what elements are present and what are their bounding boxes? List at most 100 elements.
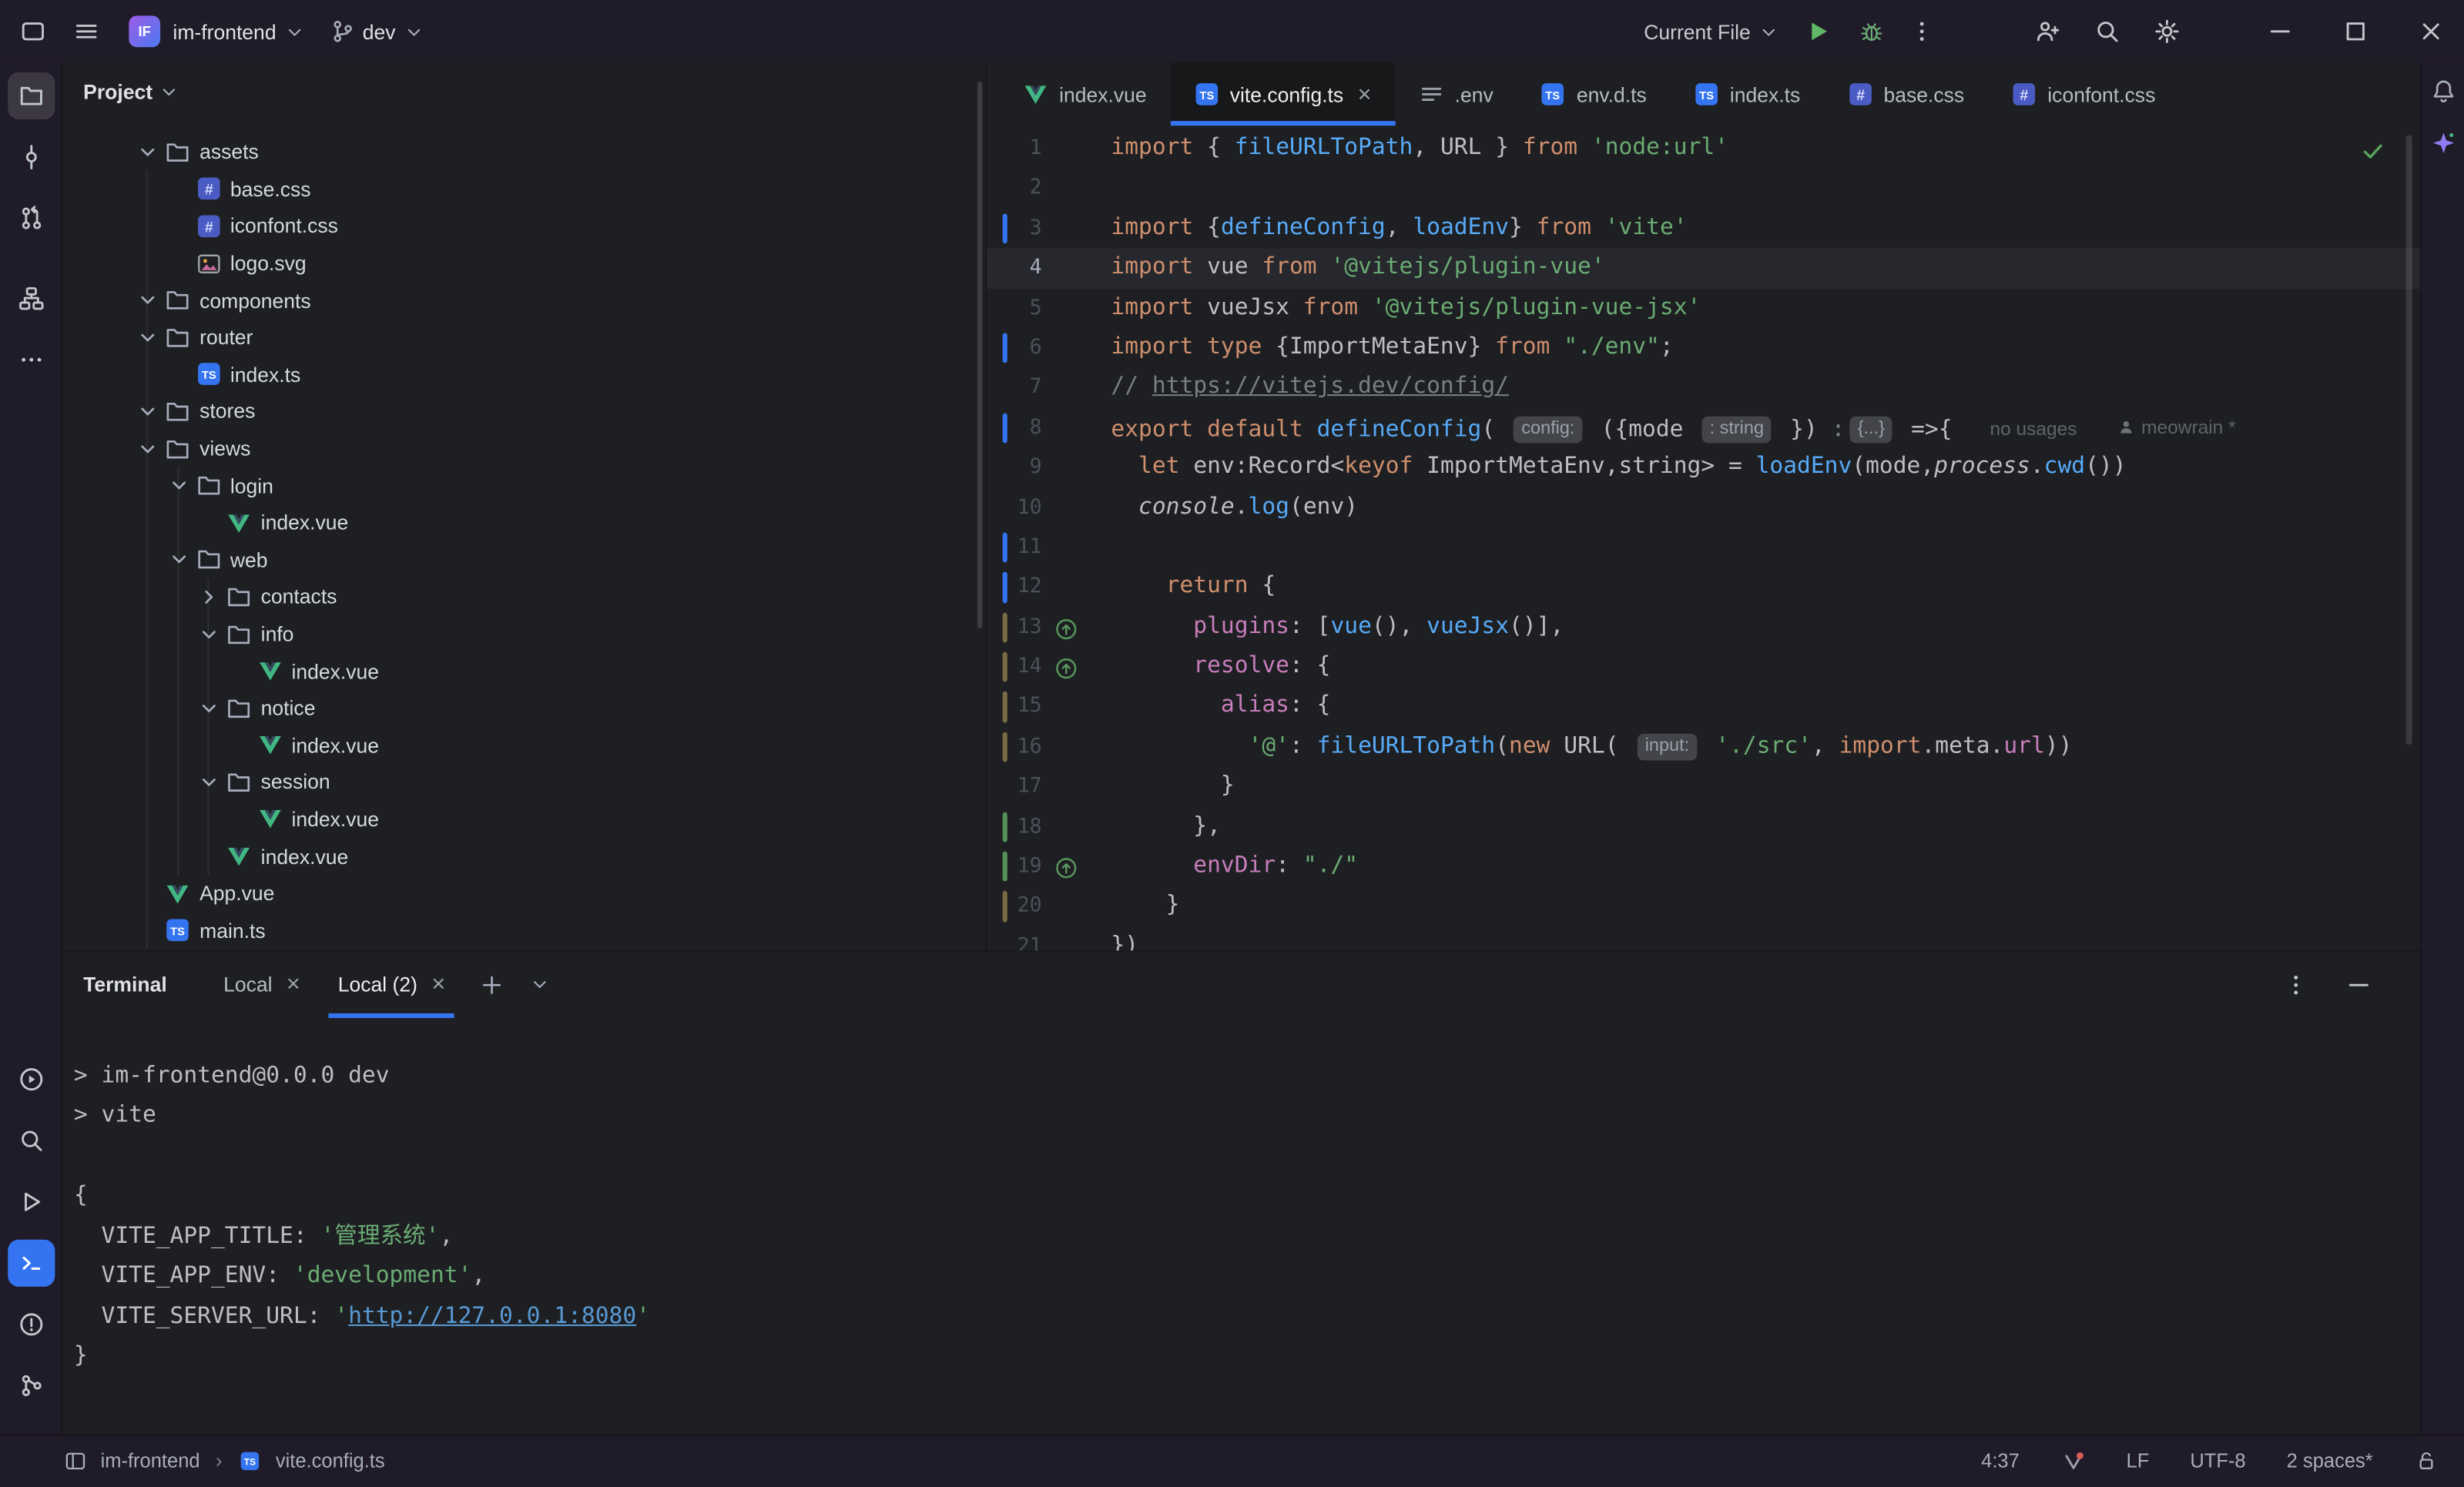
chevron-open-icon[interactable] [196, 621, 223, 647]
tree-item-info[interactable]: info [63, 615, 986, 652]
app-window-icon[interactable] [15, 14, 50, 49]
more-tools-button[interactable] [7, 337, 54, 383]
tree-item-contacts[interactable]: contacts [63, 578, 986, 615]
find-tool-button[interactable] [7, 1117, 54, 1164]
terminal-tab-Local (2)[interactable]: Local (2)× [319, 951, 464, 1017]
statusbar-line-ending[interactable]: LF [2127, 1450, 2150, 1472]
code-editor[interactable]: 1import { fileURLToPath, URL } from 'nod… [987, 126, 2420, 949]
tree-item-login[interactable]: login [63, 467, 986, 504]
terminal-output[interactable]: > im-frontend@0.0.0 dev> vite{ VITE_APP_… [63, 1017, 2420, 1434]
terminal-tab-Local[interactable]: Local× [205, 951, 320, 1017]
tree-item-assets[interactable]: assets [63, 133, 986, 170]
search-everywhere-icon[interactable] [2090, 14, 2124, 49]
code-line-18[interactable]: 18 }, [987, 807, 2420, 847]
inspections-ok-icon[interactable] [2360, 139, 2385, 172]
code-line-1[interactable]: 1import { fileURLToPath, URL } from 'nod… [987, 129, 2420, 169]
terminal-tab-dropdown-icon[interactable] [521, 966, 558, 1003]
more-options-icon[interactable] [1905, 14, 1939, 49]
chevron-open-icon[interactable] [135, 325, 162, 350]
chevron-open-icon[interactable] [196, 695, 223, 721]
tree-item-web[interactable]: web [63, 541, 986, 578]
statusbar-cursor-position[interactable]: 4:37 [1981, 1450, 2020, 1472]
tree-item-components[interactable]: components [63, 282, 986, 319]
editor-tab-.env[interactable]: .env [1395, 63, 1517, 126]
chevron-open-icon[interactable] [135, 288, 162, 313]
window-maximize-button[interactable] [2338, 14, 2373, 49]
tree-item-index.ts[interactable]: TSindex.ts [63, 356, 986, 393]
close-tab-icon[interactable]: × [431, 973, 445, 996]
code-line-15[interactable]: 15 alias: { [987, 688, 2420, 728]
code-line-3[interactable]: 3import {defineConfig, loadEnv} from 'vi… [987, 209, 2420, 249]
tree-item-index.vue[interactable]: index.vue [63, 652, 986, 689]
statusbar-indent[interactable]: 2 spaces* [2287, 1450, 2373, 1472]
tree-item-router[interactable]: router [63, 319, 986, 356]
terminal-options-icon[interactable] [2278, 967, 2313, 1002]
tree-item-index.vue[interactable]: index.vue [63, 504, 986, 541]
pull-requests-tool-button[interactable] [7, 195, 54, 242]
editor-tab-iconfont.css[interactable]: #iconfont.css [1988, 63, 2179, 126]
terminal-hide-icon[interactable] [2342, 967, 2376, 1002]
run-button[interactable] [1801, 14, 1835, 49]
chevron-open-icon[interactable] [196, 769, 223, 795]
tree-item-main.ts[interactable]: TSmain.ts [63, 912, 986, 949]
new-terminal-tab-button[interactable] [474, 966, 511, 1003]
settings-gear-icon[interactable] [2150, 14, 2184, 49]
code-line-21[interactable]: 21}) [987, 926, 2420, 949]
tree-item-App.vue[interactable]: App.vue [63, 875, 986, 912]
tree-item-index.vue[interactable]: index.vue [63, 727, 986, 764]
notifications-button[interactable] [2424, 72, 2462, 110]
code-line-16[interactable]: 16 '@': fileURLToPath(new URL( input: '.… [987, 727, 2420, 767]
tree-item-views[interactable]: views [63, 430, 986, 467]
editor-tab-vite.config.ts[interactable]: TSvite.config.ts× [1170, 63, 1395, 126]
project-tool-button[interactable] [7, 72, 54, 119]
ai-assistant-button[interactable] [2424, 124, 2462, 162]
code-line-10[interactable]: 10 console.log(env) [987, 488, 2420, 528]
chevron-open-icon[interactable] [135, 139, 162, 165]
window-close-button[interactable] [2414, 14, 2449, 49]
editor-tab-index.vue[interactable]: index.vue [1000, 63, 1171, 126]
terminal-tool-button[interactable] [7, 1239, 54, 1286]
vcs-widget-icon[interactable] [2060, 1448, 2086, 1474]
chevron-closed-icon[interactable] [196, 584, 223, 610]
chevron-open-icon[interactable] [135, 436, 162, 461]
lock-icon[interactable] [2414, 1448, 2439, 1474]
code-line-11[interactable]: 11 [987, 527, 2420, 568]
editor-tab-env.d.ts[interactable]: TSenv.d.ts [1517, 63, 1670, 126]
code-line-20[interactable]: 20 } [987, 887, 2420, 927]
editor-scrollbar[interactable] [2406, 135, 2412, 745]
branch-selector[interactable]: dev [330, 18, 424, 44]
tree-item-notice[interactable]: notice [63, 689, 986, 726]
run-config-selector[interactable]: Current File [1644, 20, 1778, 44]
tab-options-icon[interactable] [2376, 63, 2420, 98]
debug-button[interactable] [1854, 14, 1889, 49]
tree-item-index.vue[interactable]: index.vue [63, 801, 986, 838]
code-line-9[interactable]: 9 let env:Record<keyof ImportMetaEnv,str… [987, 448, 2420, 488]
run-tool-button[interactable] [7, 1177, 54, 1224]
services-tool-button[interactable] [7, 1055, 54, 1102]
tree-item-base.css[interactable]: #base.css [63, 171, 986, 208]
close-tab-icon[interactable]: × [1358, 82, 1372, 106]
code-line-4[interactable]: 4import vue from '@vitejs/plugin-vue' [987, 249, 2420, 289]
code-line-2[interactable]: 2 [987, 169, 2420, 209]
structure-tool-button[interactable] [7, 275, 54, 322]
window-minimize-button[interactable] [2263, 14, 2298, 49]
code-line-5[interactable]: 5import vueJsx from '@vitejs/plugin-vue-… [987, 289, 2420, 329]
tree-item-logo.svg[interactable]: logo.svg [63, 245, 986, 282]
chevron-open-icon[interactable] [166, 473, 193, 498]
tree-item-session[interactable]: session [63, 764, 986, 801]
close-tab-icon[interactable]: × [287, 973, 300, 996]
project-panel-header[interactable]: Project [63, 63, 986, 119]
code-line-14[interactable]: 14 resolve: { [987, 648, 2420, 688]
commit-tool-button[interactable] [7, 133, 54, 180]
code-line-8[interactable]: 8export default defineConfig( config: ({… [987, 408, 2420, 448]
main-menu-icon[interactable] [69, 14, 104, 49]
code-line-13[interactable]: 13 plugins: [vue(), vueJsx()], [987, 608, 2420, 648]
code-line-6[interactable]: 6import type {ImportMetaEnv} from "./env… [987, 328, 2420, 368]
chevron-open-icon[interactable] [135, 399, 162, 424]
tree-item-stores[interactable]: stores [63, 393, 986, 430]
project-selector[interactable]: im-frontend [173, 20, 304, 44]
code-line-17[interactable]: 17 } [987, 767, 2420, 807]
statusbar-encoding[interactable]: UTF-8 [2190, 1450, 2245, 1472]
code-line-19[interactable]: 19 envDir: "./" [987, 847, 2420, 887]
code-line-12[interactable]: 12 return { [987, 568, 2420, 608]
